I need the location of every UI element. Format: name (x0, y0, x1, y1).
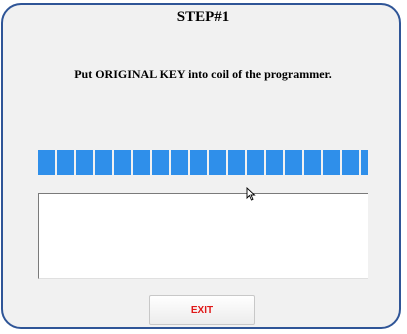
log-output-box (38, 193, 368, 279)
progress-segment (76, 150, 93, 175)
instruction-text: Put ORIGINAL KEY into coil of the progra… (74, 67, 332, 81)
progress-segment (304, 150, 321, 175)
progress-segment (95, 150, 112, 175)
progress-segment (57, 150, 74, 175)
progress-segment (228, 150, 245, 175)
progress-segment (171, 150, 188, 175)
step-title: STEP#1 (176, 9, 230, 25)
exit-button[interactable]: EXIT (149, 295, 255, 325)
progress-segment (285, 150, 302, 175)
progress-segment (38, 150, 55, 175)
progress-segment (361, 150, 368, 175)
progress-segment (323, 150, 340, 175)
progress-segment (247, 150, 264, 175)
progress-segment (152, 150, 169, 175)
progress-segment (133, 150, 150, 175)
dialog-frame: STEP#1 Put ORIGINAL KEY into coil of the… (1, 3, 401, 329)
progress-segment (342, 150, 359, 175)
progress-segment (266, 150, 283, 175)
progress-segment (190, 150, 207, 175)
progress-bar (38, 150, 368, 175)
progress-segment (114, 150, 131, 175)
progress-segment (209, 150, 226, 175)
mouse-cursor-icon (246, 187, 256, 201)
